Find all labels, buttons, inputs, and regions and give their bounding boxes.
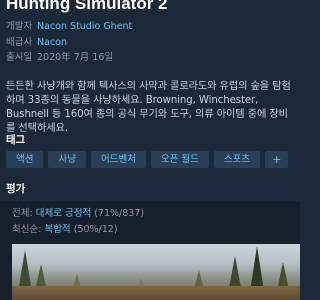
- review-all-count: (71%/837): [94, 208, 145, 219]
- release-date-row: 출시일 2020年 7月 16일: [6, 51, 113, 64]
- tag-list: 액션 사냥 어드벤처 오픈 월드 스포츠 +: [6, 151, 289, 168]
- tag-action[interactable]: 액션: [6, 151, 44, 168]
- publisher-label: 배급사: [6, 37, 33, 48]
- review-recent-label: 최신순:: [12, 224, 42, 235]
- review-recent-count: (50%/12): [73, 224, 118, 235]
- review-recent-rating[interactable]: 복합적: [44, 224, 70, 235]
- tags-more-button[interactable]: +: [265, 151, 289, 168]
- tags-heading: 태그: [6, 134, 26, 146]
- tag-sports[interactable]: 스포츠: [213, 151, 261, 168]
- game-title: Hunting Simulator 2: [6, 0, 168, 13]
- review-recent[interactable]: 최신순: 복합적 (50%/12): [12, 223, 118, 236]
- tag-adventure[interactable]: 어드벤처: [90, 151, 146, 168]
- release-date-value: 2020年 7月 16일: [37, 52, 114, 63]
- reviews-heading: 평가: [6, 183, 26, 195]
- developer-link[interactable]: Nacon Studio Ghent: [37, 21, 132, 32]
- developer-row: 개발자 Nacon Studio Ghent: [6, 20, 132, 33]
- game-screenshot[interactable]: [12, 244, 300, 300]
- review-all-rating[interactable]: 대체로 긍정적: [36, 208, 91, 219]
- release-date-label: 출시일: [6, 52, 33, 63]
- developer-label: 개발자: [6, 21, 33, 32]
- publisher-link[interactable]: Nacon: [37, 37, 67, 48]
- tag-open-world[interactable]: 오픈 월드: [150, 151, 209, 168]
- review-all-label: 전체:: [12, 208, 33, 219]
- tag-hunting[interactable]: 사냥: [48, 151, 86, 168]
- game-description: 든든한 사냥개와 함께 텍사스의 사막과 콜로라도와 유럽의 숲을 탐험하며 3…: [6, 81, 291, 134]
- review-all[interactable]: 전체: 대체로 긍정적 (71%/837): [12, 207, 144, 220]
- publisher-row: 배급사 Nacon: [6, 36, 67, 49]
